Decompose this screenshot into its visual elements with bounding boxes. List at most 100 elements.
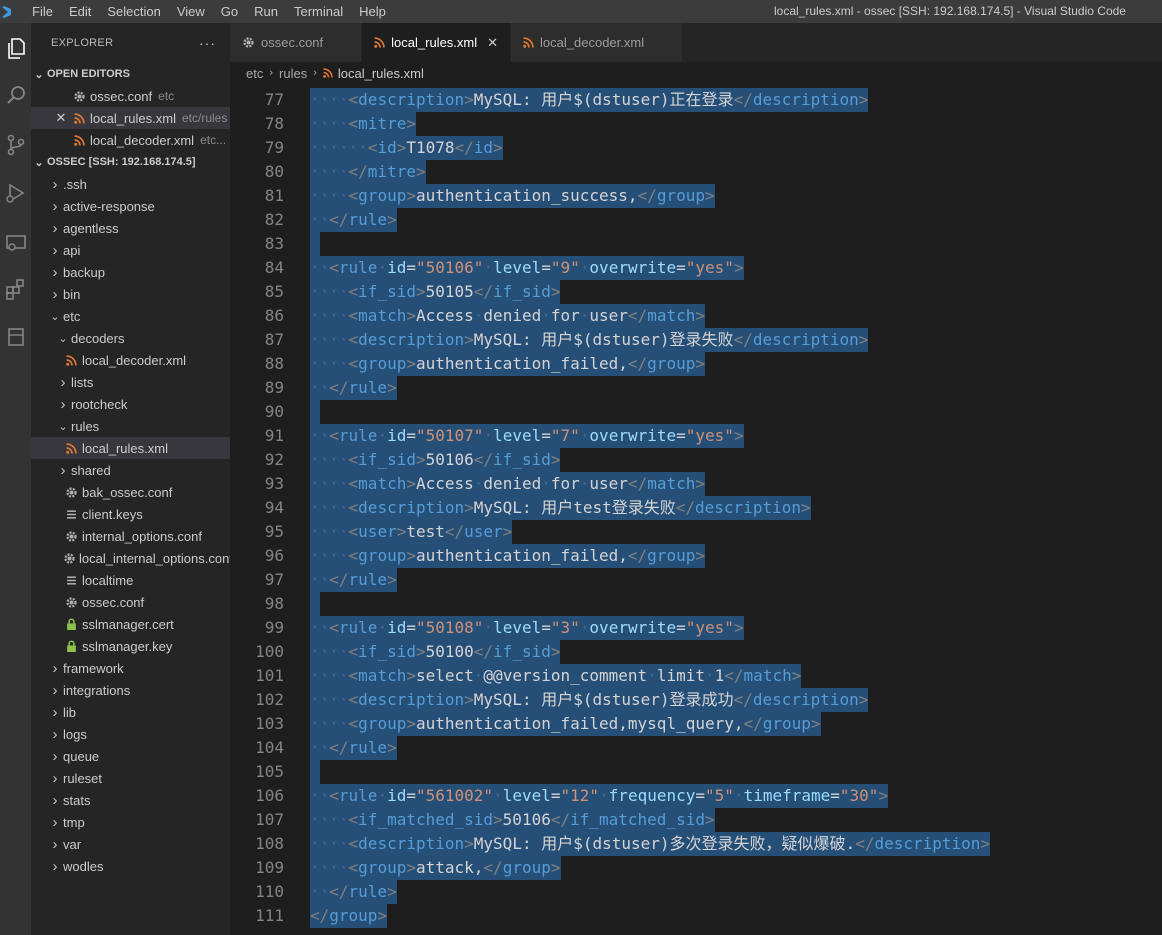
code-editor[interactable]: 77 ····<description>MySQL: 用户$(dstuser)正在… <box>230 84 1162 935</box>
files-icon[interactable] <box>0 29 31 69</box>
xml-punctuation: < <box>348 714 359 733</box>
folder-item[interactable]: › wodles <box>31 855 230 877</box>
file-item[interactable]: localtime <box>31 569 230 591</box>
folder-item[interactable]: › api <box>31 239 230 261</box>
tree-item-label: backup <box>63 264 105 280</box>
file-item[interactable]: sslmanager.key <box>31 635 230 657</box>
line-number: 83 <box>264 234 284 253</box>
run-debug-icon[interactable] <box>0 173 31 213</box>
file-item[interactable]: local_internal_options.conf <box>31 547 230 569</box>
folder-item[interactable]: › shared <box>31 459 230 481</box>
chevron-right-icon: › <box>52 285 58 303</box>
folder-item[interactable]: › tmp <box>31 811 230 833</box>
menu-file[interactable]: File <box>24 0 61 23</box>
xml-tag-name: description <box>752 690 859 709</box>
xml-punctuation: < <box>348 498 359 517</box>
tab-local-rules-xml[interactable]: local_rules.xml ✕ <box>362 23 512 62</box>
folder-item[interactable]: › stats <box>31 789 230 811</box>
folder-item[interactable]: › lib <box>31 701 230 723</box>
workspace-header[interactable]: ⌄ OSSEC [SSH: 192.168.174.5] <box>31 151 230 173</box>
close-icon[interactable]: ✕ <box>53 110 69 126</box>
tab-ossec-conf[interactable]: ossec.conf <box>230 23 363 62</box>
tab-local-decoder-xml[interactable]: local_decoder.xml <box>511 23 684 62</box>
folder-item[interactable]: ⌄ decoders <box>31 327 230 349</box>
file-item[interactable]: local_rules.xml <box>31 437 230 459</box>
xml-attribute-value: "5" <box>705 786 734 805</box>
tree-item-label: stats <box>63 792 91 808</box>
folder-item[interactable]: › backup <box>31 261 230 283</box>
xml-punctuation: </ <box>675 498 696 517</box>
open-editors-header[interactable]: ⌄ OPEN EDITORS <box>31 63 230 85</box>
line-number: 94 <box>264 498 284 517</box>
file-item[interactable]: sslmanager.cert <box>31 613 230 635</box>
folder-item[interactable]: › .ssh <box>31 173 230 195</box>
xml-punctuation: > <box>396 522 407 541</box>
more-actions-icon[interactable]: ··· <box>199 35 216 51</box>
folder-item[interactable]: ⌄ etc <box>31 305 230 327</box>
file-item[interactable]: ossec.conf <box>31 591 230 613</box>
xml-text: Access <box>415 306 474 325</box>
menu-run[interactable]: Run <box>246 0 286 23</box>
explorer-sidebar: EXPLORER ··· ⌄ OPEN EDITORS ossec.conf et… <box>31 23 230 935</box>
activity-bar <box>0 23 31 935</box>
remote-explorer-icon[interactable] <box>0 223 31 263</box>
tree-item-label: ruleset <box>63 770 103 786</box>
folder-item[interactable]: › lists <box>31 371 230 393</box>
source-control-icon[interactable] <box>0 125 31 165</box>
xml-text: Access <box>415 474 474 493</box>
xml-tag-name: description <box>358 330 465 349</box>
whitespace: · <box>579 306 590 325</box>
folder-item[interactable]: › integrations <box>31 679 230 701</box>
open-editors-list: ossec.conf etc ✕ local_rules.xml etc/rules lo… <box>31 85 230 151</box>
xml-punctuation: > <box>406 858 416 877</box>
line-code: ····<mitre> <box>310 112 416 136</box>
folder-item[interactable]: › var <box>31 833 230 855</box>
folder-item[interactable]: ⌄ rules <box>31 415 230 437</box>
close-icon[interactable]: ✕ <box>487 35 498 51</box>
folder-item[interactable]: › framework <box>31 657 230 679</box>
menu-help[interactable]: Help <box>351 0 394 23</box>
xml-tag-name: group <box>358 186 407 205</box>
breadcrumb-file[interactable]: local_rules.xml <box>323 66 424 81</box>
open-editor-item[interactable]: ✕ local_rules.xml etc/rules <box>31 107 230 129</box>
open-editor-item[interactable]: local_decoder.xml etc... <box>31 129 230 151</box>
breadcrumb-etc[interactable]: etc <box>246 66 263 81</box>
menu-selection[interactable]: Selection <box>99 0 168 23</box>
tree-item-label: wodles <box>63 858 104 874</box>
file-item[interactable]: local_decoder.xml <box>31 349 230 371</box>
xml-tag-name: group <box>762 714 811 733</box>
menu-terminal[interactable]: Terminal <box>286 0 351 23</box>
breadcrumb-rules[interactable]: rules <box>279 66 307 81</box>
folder-item[interactable]: › agentless <box>31 217 230 239</box>
xml-attribute-value: "9" <box>550 258 580 277</box>
tree-item-label: bak_ossec.conf <box>82 484 173 500</box>
menu-edit[interactable]: Edit <box>61 0 99 23</box>
file-item[interactable]: bak_ossec.conf <box>31 481 230 503</box>
tab-label: ossec.conf <box>261 35 324 50</box>
folder-item[interactable]: › ruleset <box>31 767 230 789</box>
xml-tag-name: if_sid <box>493 642 551 661</box>
folder-item[interactable]: › bin <box>31 283 230 305</box>
xml-text: test <box>406 522 445 541</box>
open-editor-item[interactable]: ossec.conf etc <box>31 85 230 107</box>
folder-item[interactable]: › active-response <box>31 195 230 217</box>
chevron-down-icon: ⌄ <box>58 332 68 345</box>
folder-item[interactable]: › logs <box>31 723 230 745</box>
folder-item[interactable]: › rootcheck <box>31 393 230 415</box>
xml-tag-name: group <box>647 546 696 565</box>
xml-punctuation: > <box>695 546 705 565</box>
file-item[interactable]: internal_options.conf <box>31 525 230 547</box>
folder-item[interactable]: › queue <box>31 745 230 767</box>
search-icon[interactable] <box>0 75 31 115</box>
extensions-icon[interactable] <box>0 269 31 309</box>
gear-icon <box>71 90 87 103</box>
file-item[interactable]: client.keys <box>31 503 230 525</box>
menu-go[interactable]: Go <box>213 0 246 23</box>
docker-icon[interactable] <box>0 317 31 357</box>
menu-view[interactable]: View <box>169 0 213 23</box>
xml-punctuation: </ <box>855 834 875 853</box>
code-line: 96 ····<group>authentication_failed,</gro… <box>230 544 1162 568</box>
xml-punctuation: < <box>348 354 359 373</box>
rss-icon <box>71 112 87 124</box>
indent-whitespace: ·· <box>310 210 330 229</box>
